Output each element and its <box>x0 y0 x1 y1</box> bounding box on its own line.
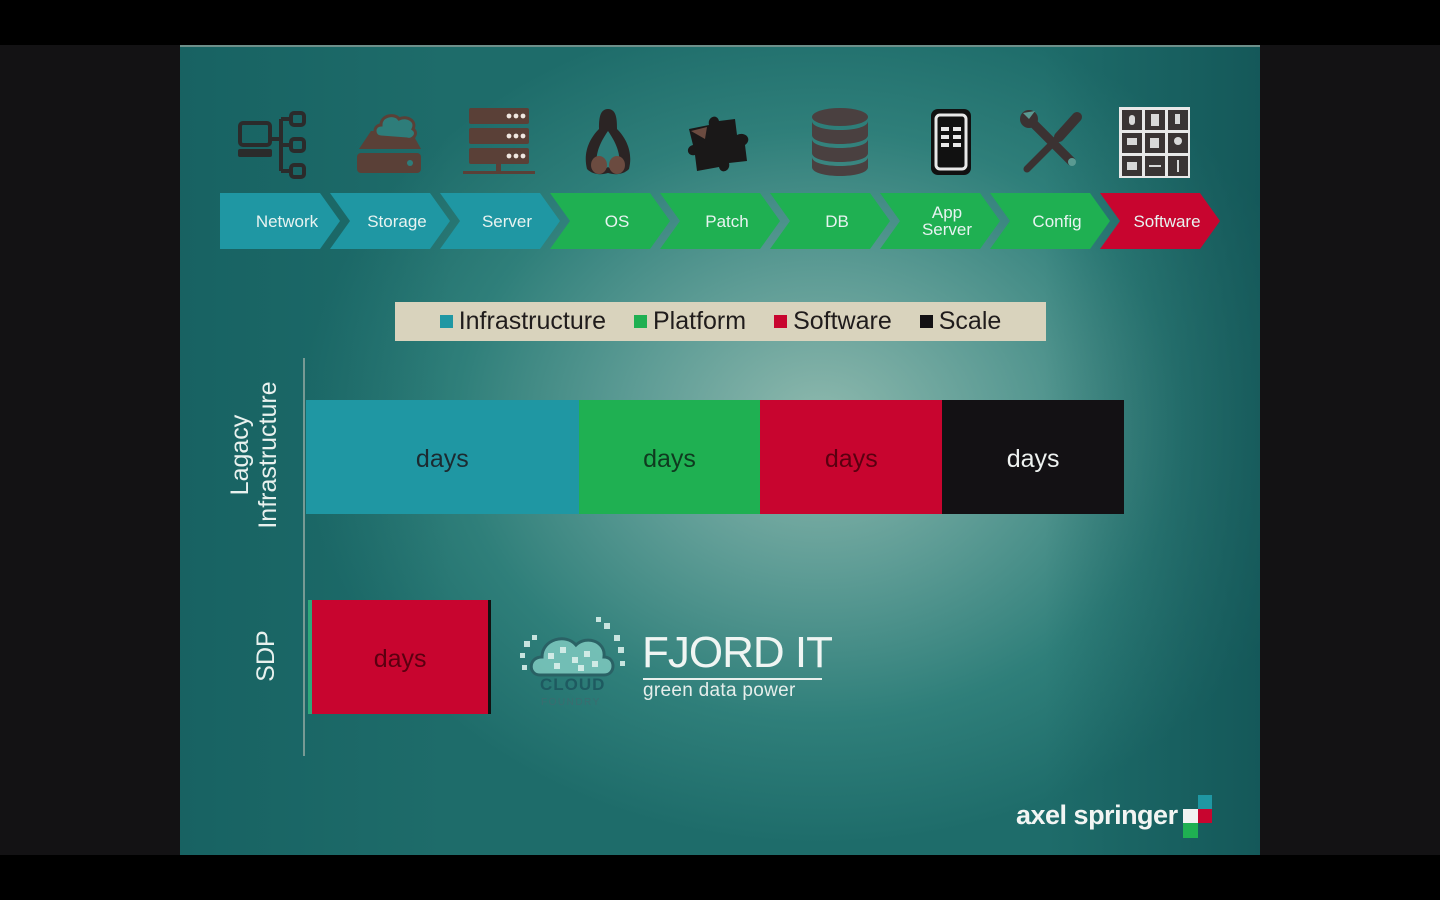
process-step-server: Server <box>440 193 560 249</box>
legend-swatch-scale <box>919 315 933 328</box>
bar-platform-legacy: days <box>578 400 761 514</box>
network-tree-icon <box>232 105 312 180</box>
legend-label: Platform <box>652 307 747 335</box>
bar-data-label: days <box>1006 444 1060 473</box>
process-step-software: Software <box>1100 193 1220 249</box>
legend-item-software: Software <box>774 307 892 336</box>
category-label-line1: Lagacy <box>226 414 254 496</box>
legend-item-infrastructure: Infrastructure <box>439 307 606 336</box>
category-label-line2: Infrastructure <box>254 381 282 529</box>
bar-software-legacy: days <box>760 400 943 514</box>
legend-label: Infrastructure <box>458 307 606 335</box>
cloud-foundry-wordmark: CLOUD <box>540 675 606 694</box>
app-grid-icon <box>1114 105 1194 180</box>
bar-software-sdp: days <box>312 600 492 714</box>
category-label-legacy: Lagacy Infrastructure <box>226 365 282 545</box>
process-step-patch: Patch <box>660 193 780 249</box>
bar-data-label: days <box>824 444 878 473</box>
fjord-it-tagline: green data power <box>643 680 796 701</box>
axel-springer-logo: axel springer <box>1016 800 1178 830</box>
database-icon <box>800 105 880 180</box>
process-step-os: OS <box>550 193 670 249</box>
chart-legend: Infrastructure Platform Software Scale <box>395 302 1046 341</box>
process-step-db: DB <box>770 193 890 249</box>
server-rack-icon <box>458 105 538 180</box>
process-step-app-server: App Server <box>880 193 1000 249</box>
step-label: Patch <box>705 211 749 231</box>
legend-item-scale: Scale <box>919 307 1002 336</box>
category-label-sdp: SDP <box>252 606 280 706</box>
fjord-it-logo: FJORD IT <box>642 628 833 677</box>
bar-scale-legacy: days <box>942 400 1124 514</box>
video-letterbox-left <box>0 45 180 855</box>
process-step-storage: Storage <box>330 193 450 249</box>
step-label: OS <box>604 211 630 231</box>
presentation-slide: Network Storage Server OS Patch DB App Se… <box>180 45 1260 855</box>
cloud-storage-icon <box>348 105 428 180</box>
bar-data-label: days <box>643 444 696 473</box>
step-label: Network <box>255 211 319 231</box>
video-letterbox-right <box>1260 45 1440 855</box>
legend-label: Scale <box>938 307 1002 335</box>
sdp-bar-left-tick <box>308 600 312 714</box>
mobile-app-icon <box>910 105 990 180</box>
legend-swatch-software <box>774 315 788 328</box>
step-label: App Server <box>908 204 972 238</box>
axel-springer-mark-icon <box>1183 795 1212 838</box>
legend-swatch-platform <box>633 315 647 328</box>
legend-swatch-infrastructure <box>439 315 453 328</box>
category-label-line1: SDP <box>252 630 280 682</box>
puzzle-piece-icon <box>680 105 760 180</box>
step-label-line2: Server <box>921 220 973 239</box>
process-step-network: Network <box>220 193 340 249</box>
bar-data-label: days <box>373 644 427 673</box>
bar-infrastructure-legacy: days <box>306 400 579 514</box>
step-label: DB <box>825 211 849 231</box>
step-label: Storage <box>367 211 427 231</box>
step-label: Server <box>481 211 533 231</box>
bar-data-label: days <box>415 444 469 473</box>
legend-label: Software <box>793 307 892 335</box>
linux-penguin-icon <box>568 105 648 180</box>
step-label: Config <box>1032 211 1082 231</box>
wrench-screwdriver-icon <box>1012 105 1092 180</box>
legend-item-platform: Platform <box>633 307 747 336</box>
category-axis-line <box>303 358 305 756</box>
cloud-foundry-subtext: FOUNDRY <box>541 697 601 708</box>
process-step-config: Config <box>990 193 1110 249</box>
step-label: Software <box>1133 211 1201 231</box>
